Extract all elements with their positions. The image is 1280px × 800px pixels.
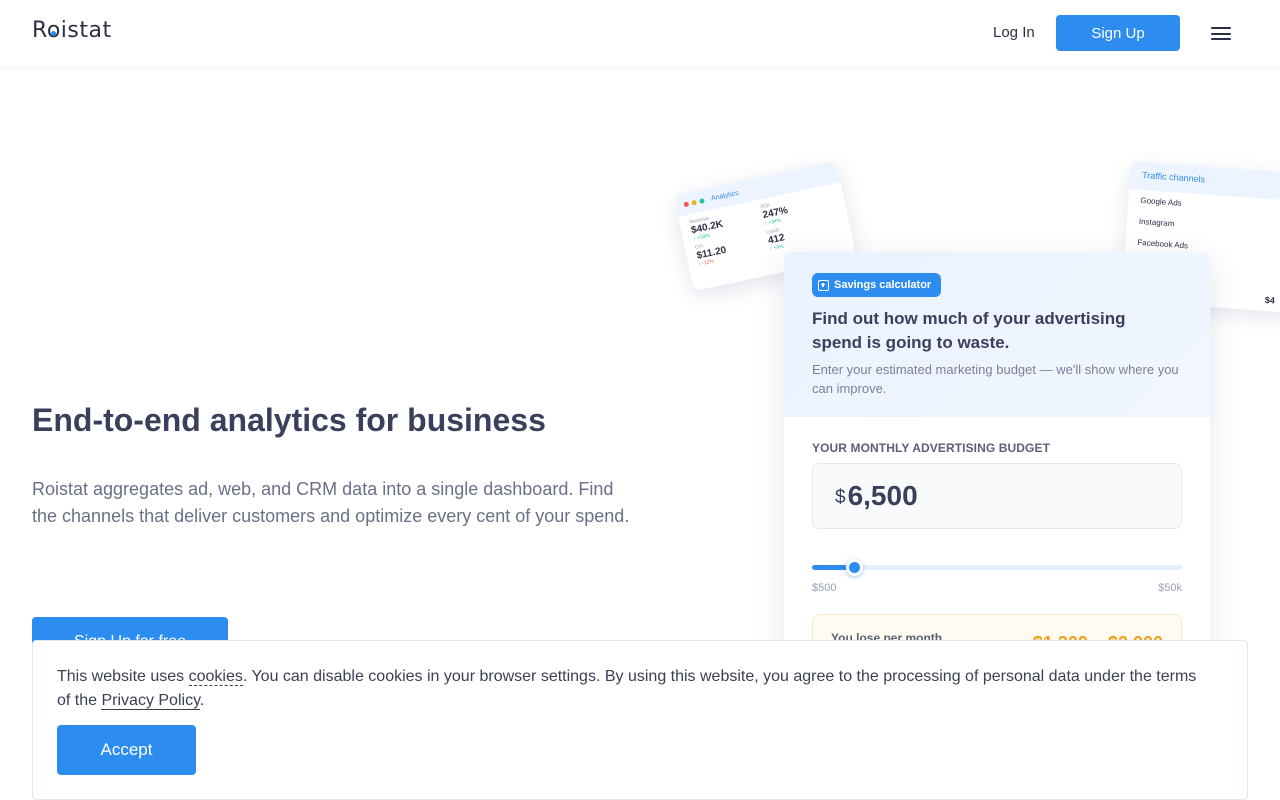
slider-max-label: $50k	[1158, 582, 1182, 594]
calculator-subtitle: Enter your estimated marketing budget — …	[812, 362, 1179, 396]
slider-min-label: $500	[812, 582, 837, 594]
signup-button[interactable]: Sign Up	[1056, 15, 1180, 51]
roistat-logo[interactable]: Roistat	[32, 18, 112, 43]
savings-calculator-badge: Savings calculator	[812, 273, 942, 297]
hero-title: End-to-end analytics for business	[32, 402, 546, 438]
window-dot-icon	[691, 199, 697, 206]
plus-square-icon	[818, 279, 829, 291]
cookie-text-part: .	[199, 692, 205, 709]
budget-label: YOUR MONTHLY ADVERTISING BUDGET	[812, 441, 1051, 455]
accept-cookies-button[interactable]: Accept	[57, 725, 196, 775]
site-header: Roistat Log In Sign Up	[0, 0, 1280, 66]
currency-symbol: $	[835, 487, 846, 508]
badge-label: Savings calculator	[834, 279, 932, 291]
cookie-notice-text: This website uses cookies. You can disab…	[57, 665, 1207, 713]
analytics-card-title: Analytics	[710, 189, 740, 203]
window-dot-icon	[698, 197, 705, 204]
channel-amount: $4	[1264, 294, 1276, 306]
budget-input[interactable]: $ 6,500	[812, 463, 1182, 529]
calculator-header: Savings calculator Find out how much of …	[784, 252, 1210, 417]
calculator-title: Find out how much of your advertising sp…	[812, 309, 1126, 352]
cookies-link[interactable]: cookies	[188, 668, 243, 686]
budget-slider[interactable]	[812, 559, 1182, 576]
slider-thumb[interactable]	[846, 559, 864, 576]
cookie-banner: This website uses cookies. You can disab…	[32, 640, 1248, 800]
budget-value: 6,500	[847, 480, 918, 511]
login-link[interactable]: Log In	[993, 24, 1035, 41]
cookie-text-part: This website uses	[57, 668, 189, 685]
menu-icon[interactable]	[1211, 27, 1231, 40]
privacy-policy-link[interactable]: Privacy Policy	[101, 692, 200, 710]
window-dot-icon	[683, 200, 690, 207]
hero-description: Roistat aggregates ad, web, and CRM data…	[32, 479, 630, 526]
